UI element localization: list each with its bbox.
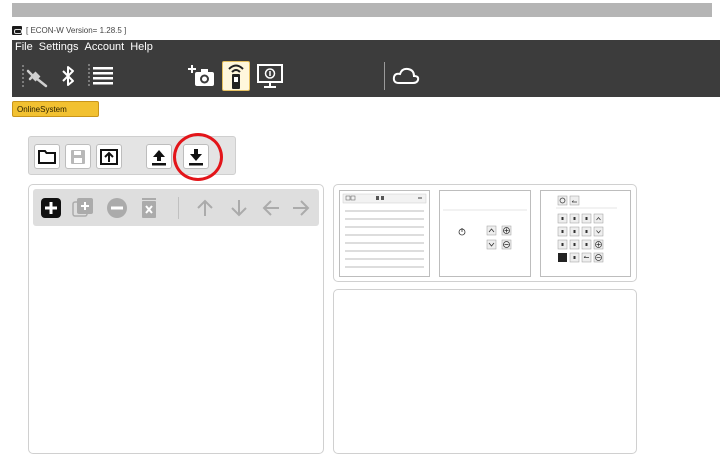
export-icon[interactable] <box>96 144 122 169</box>
menu-file[interactable]: File <box>15 41 33 53</box>
toolbar-separator <box>384 62 385 90</box>
window-title: [ ECON-W Version= 1.28.5 ] <box>26 25 127 35</box>
list-preview-card[interactable] <box>339 190 430 277</box>
add-copy-icon[interactable] <box>71 196 95 220</box>
menu-account[interactable]: Account <box>84 41 124 53</box>
download-highlight-circle <box>173 133 223 181</box>
control-preview-card[interactable] <box>439 190 531 277</box>
edit-button-group <box>33 189 319 226</box>
arrow-down-icon[interactable] <box>227 196 251 220</box>
device-list-panel <box>28 184 324 454</box>
add-icon[interactable] <box>39 196 63 220</box>
cloud-icon[interactable] <box>390 61 422 91</box>
arrow-left-icon[interactable] <box>259 196 283 220</box>
unplug-icon[interactable] <box>18 61 52 91</box>
title-bar: [ ECON-W Version= 1.28.5 ] <box>12 23 126 37</box>
menu-help[interactable]: Help <box>130 41 153 53</box>
keypad-preview-card[interactable] <box>540 190 631 277</box>
arrow-up-icon[interactable] <box>193 196 217 220</box>
bluetooth-icon[interactable] <box>56 61 80 91</box>
monitor-icon[interactable] <box>254 61 286 91</box>
menu-settings[interactable]: Settings <box>39 41 79 53</box>
upload-icon[interactable] <box>146 144 172 169</box>
folder-icon[interactable] <box>34 144 60 169</box>
preview-panel <box>333 184 637 282</box>
window-top-strip <box>12 3 712 17</box>
detail-panel <box>333 289 637 454</box>
save-icon[interactable] <box>65 144 91 169</box>
arrow-right-icon[interactable] <box>289 196 313 220</box>
remote-icon[interactable] <box>222 61 250 91</box>
main-toolbar <box>12 54 720 97</box>
add-camera-icon[interactable] <box>186 61 218 91</box>
delete-icon[interactable] <box>137 196 161 220</box>
tab-online-system[interactable]: OnlineSystem <box>12 101 99 117</box>
list-icon[interactable] <box>86 61 116 91</box>
remove-icon[interactable] <box>105 196 129 220</box>
menu-bar: File Settings Account Help <box>12 40 720 54</box>
app-logo-icon <box>12 25 22 35</box>
edit-separator <box>178 197 179 219</box>
